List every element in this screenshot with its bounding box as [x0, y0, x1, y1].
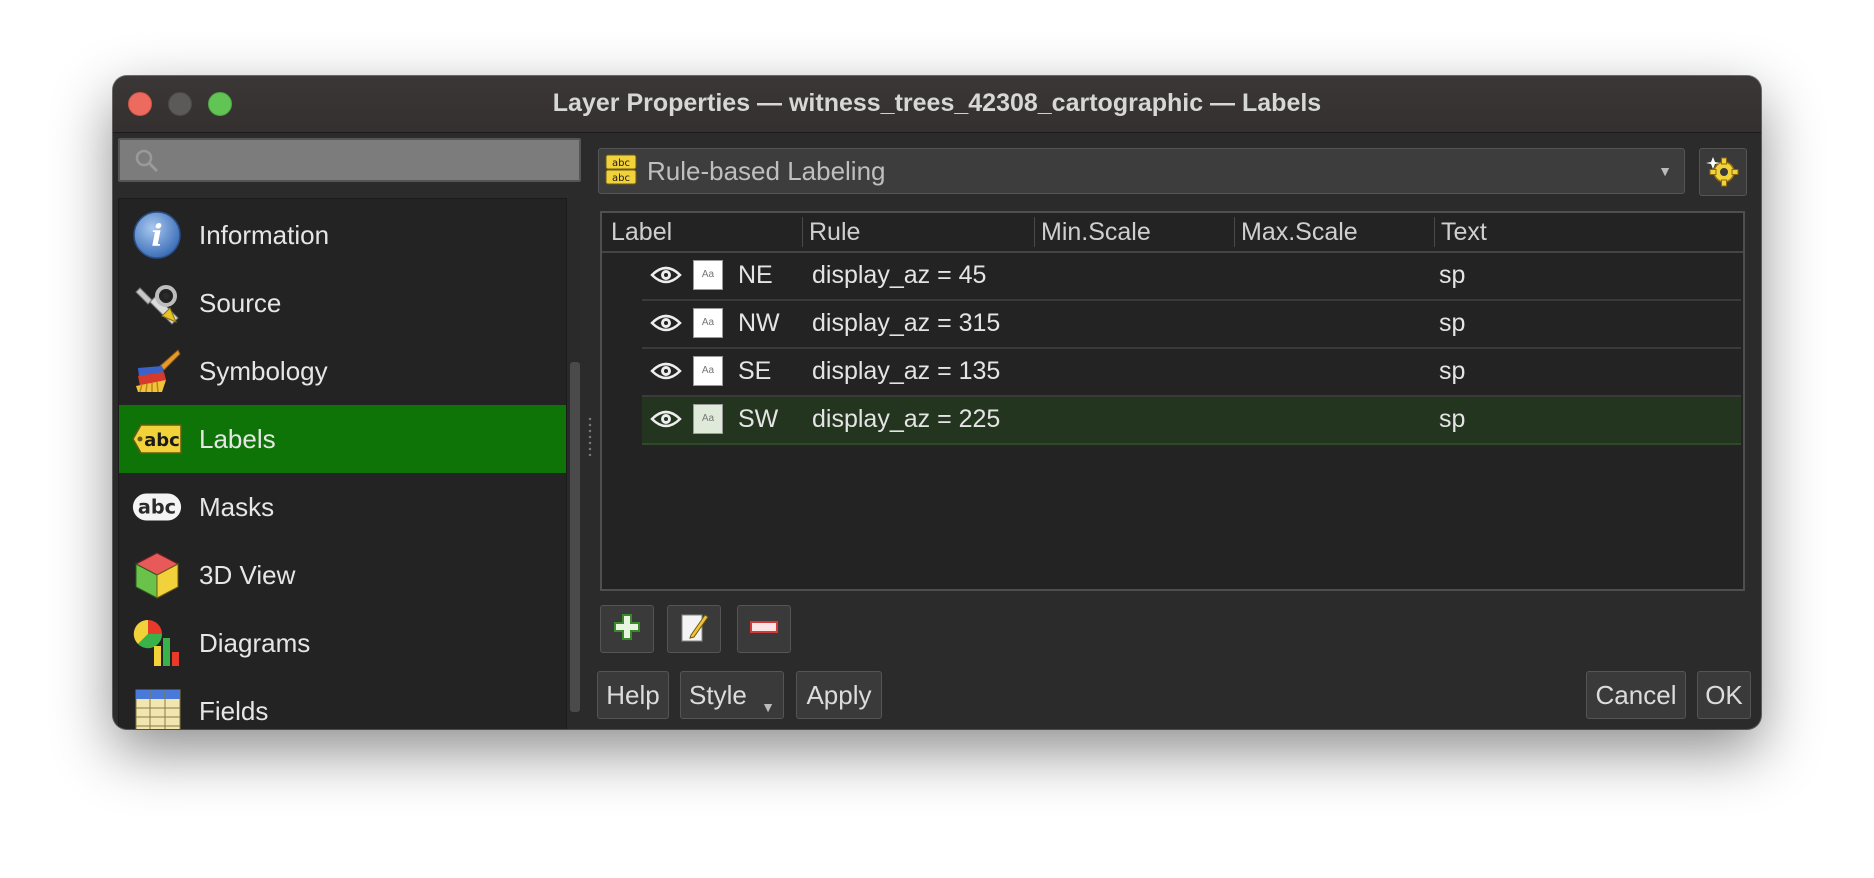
labeling-settings-button[interactable]	[1699, 148, 1747, 196]
dropdown-arrow-icon: ▼	[1658, 163, 1672, 179]
remove-rule-button[interactable]	[737, 605, 791, 653]
fields-icon	[131, 685, 183, 729]
information-icon: i	[131, 209, 183, 261]
svg-text:abc: abc	[612, 158, 630, 169]
sidebar-item-labels[interactable]: abc Labels	[119, 405, 566, 473]
window-title: Layer Properties — witness_trees_42308_c…	[552, 89, 1322, 117]
help-button[interactable]: Help	[597, 671, 669, 719]
visibility-eye-icon[interactable]	[650, 311, 682, 340]
ok-button[interactable]: OK	[1697, 671, 1751, 719]
title-bar[interactable]: Layer Properties — witness_trees_42308_c…	[113, 76, 1761, 133]
column-header-max-scale[interactable]: Max.Scale	[1241, 217, 1358, 247]
sidebar-item-diagrams[interactable]: Diagrams	[119, 609, 566, 677]
symbology-icon	[131, 345, 183, 397]
rule-expression-cell: display_az = 135	[812, 357, 1001, 385]
column-header-label[interactable]: Label	[611, 217, 672, 247]
sidebar-item-label: Information	[199, 219, 330, 250]
pencil-icon	[679, 611, 709, 648]
sidebar-nav: i Information Source Symbology abc Label…	[118, 198, 567, 729]
labeling-mode-value: Rule-based Labeling	[647, 155, 886, 186]
visibility-eye-icon[interactable]	[650, 359, 682, 388]
sidebar-scrollbar-thumb[interactable]	[570, 362, 580, 712]
column-header-min-scale[interactable]: Min.Scale	[1041, 217, 1151, 247]
column-divider[interactable]	[802, 217, 803, 247]
rule-expression-cell: display_az = 225	[812, 405, 1001, 433]
layer-properties-window: Layer Properties — witness_trees_42308_c…	[113, 76, 1761, 729]
rule-label-cell: NW	[738, 309, 780, 337]
masks-icon: abc	[131, 481, 183, 533]
svg-text:abc: abc	[138, 496, 176, 519]
column-header-text[interactable]: Text	[1441, 217, 1487, 247]
add-rule-button[interactable]	[600, 605, 654, 653]
rule-label-cell: SW	[738, 405, 779, 433]
plus-icon	[612, 612, 642, 647]
table-row[interactable]: Aa SE display_az = 135 sp	[642, 349, 1741, 397]
label-preview-icon: Aa	[693, 308, 723, 338]
label-preview-icon: Aa	[693, 404, 723, 434]
sidebar-item-symbology[interactable]: Symbology	[119, 337, 566, 405]
labels-icon: abc	[131, 413, 183, 465]
text-cell: sp	[1439, 357, 1466, 385]
sidebar-item-information[interactable]: i Information	[119, 201, 566, 269]
search-input[interactable]	[118, 138, 581, 182]
table-row-selected[interactable]: Aa SW display_az = 225 sp	[642, 397, 1741, 445]
rules-tree[interactable]: Label Rule Min.Scale Max.Scale Text Aa N…	[600, 211, 1745, 591]
sidebar-item-label: 3D View	[199, 559, 296, 590]
dropdown-arrow-icon: ▼	[761, 699, 775, 715]
svg-text:i: i	[151, 219, 162, 254]
column-divider[interactable]	[1034, 217, 1035, 247]
gear-icon	[1706, 153, 1740, 192]
rules-table-header: Label Rule Min.Scale Max.Scale Text	[602, 213, 1743, 253]
visibility-eye-icon[interactable]	[650, 407, 682, 436]
rule-label-cell: SE	[738, 357, 772, 385]
table-row[interactable]: Aa NW display_az = 315 sp	[642, 301, 1741, 349]
sidebar-item-label: Fields	[199, 695, 269, 726]
sidebar-item-label: Diagrams	[199, 627, 311, 658]
style-button-label: Style	[689, 680, 747, 710]
label-preview-icon: Aa	[693, 260, 723, 290]
text-cell: sp	[1439, 261, 1466, 289]
rule-expression-cell: display_az = 45	[812, 261, 987, 289]
svg-text:abc: abc	[144, 430, 180, 451]
3d-view-icon	[131, 549, 183, 601]
sidebar-item-fields[interactable]: Fields	[119, 677, 566, 729]
minus-icon	[749, 620, 779, 639]
labeling-mode-select[interactable]: abc abc Rule-based Labeling ▼	[598, 148, 1685, 194]
visibility-eye-icon[interactable]	[650, 263, 682, 292]
text-cell: sp	[1439, 309, 1466, 337]
sidebar-item-masks[interactable]: abc Masks	[119, 473, 566, 541]
cancel-button[interactable]: Cancel	[1586, 671, 1686, 719]
sidebar-item-3d-view[interactable]: 3D View	[119, 541, 566, 609]
sidebar-item-label: Symbology	[199, 355, 328, 386]
style-button[interactable]: Style ▼	[680, 671, 784, 719]
splitter-handle[interactable]	[587, 416, 593, 456]
source-icon	[131, 277, 183, 329]
search-icon	[134, 148, 160, 179]
sidebar-item-label: Labels	[199, 423, 276, 454]
svg-text:abc: abc	[612, 173, 630, 184]
sidebar-item-source[interactable]: Source	[119, 269, 566, 337]
text-cell: sp	[1439, 405, 1466, 433]
table-row[interactable]: Aa NE display_az = 45 sp	[642, 253, 1741, 301]
column-divider[interactable]	[1434, 217, 1435, 247]
rule-based-labeling-icon: abc abc	[605, 153, 637, 190]
label-preview-icon: Aa	[693, 356, 723, 386]
sidebar-item-label: Masks	[199, 491, 275, 522]
column-header-rule[interactable]: Rule	[809, 217, 860, 247]
column-divider[interactable]	[1234, 217, 1235, 247]
edit-rule-button[interactable]	[667, 605, 721, 653]
diagrams-icon	[131, 617, 183, 669]
sidebar-item-label: Source	[199, 287, 282, 318]
rule-expression-cell: display_az = 315	[812, 309, 1001, 337]
apply-button[interactable]: Apply	[796, 671, 882, 719]
rule-label-cell: NE	[738, 261, 773, 289]
